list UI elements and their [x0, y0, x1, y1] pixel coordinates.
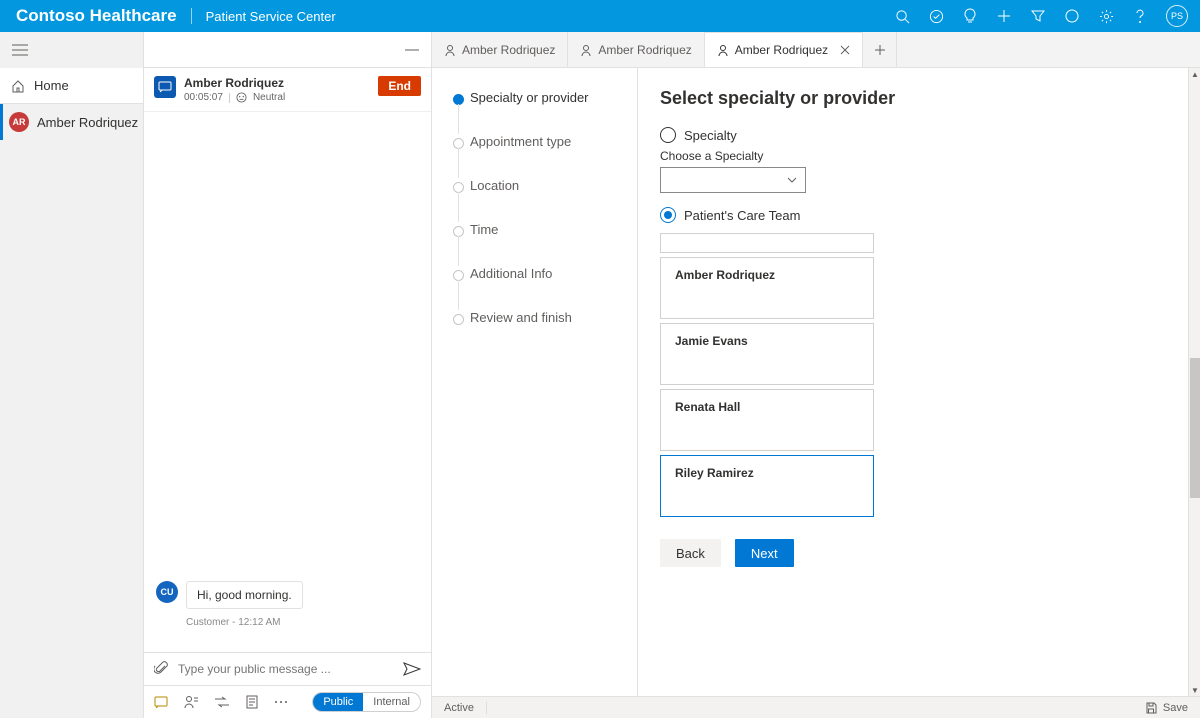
plus-icon[interactable]: [996, 8, 1012, 24]
lightbulb-icon[interactable]: [962, 8, 978, 24]
care-team-card[interactable]: Renata Hall: [660, 389, 874, 451]
visibility-toggle: Public Internal: [312, 692, 421, 712]
new-tab-button[interactable]: [863, 32, 897, 67]
close-tab-icon[interactable]: [840, 45, 850, 55]
header-divider: [191, 8, 192, 24]
left-rail: Home AR Amber Rodriquez: [0, 32, 144, 718]
end-chat-button[interactable]: End: [378, 76, 421, 96]
quick-replies-icon[interactable]: [154, 695, 168, 709]
person-icon: [580, 44, 592, 56]
tab-0[interactable]: Amber Rodriquez: [432, 32, 568, 67]
consult-icon[interactable]: [184, 695, 198, 709]
chat-minimize[interactable]: [144, 32, 431, 68]
step-review[interactable]: Review and finish: [450, 310, 625, 354]
chevron-down-icon: [787, 177, 797, 183]
radio-specialty[interactable]: [660, 127, 676, 143]
user-avatar[interactable]: PS: [1166, 5, 1188, 27]
radio-care-team[interactable]: [660, 207, 676, 223]
scroll-thumb[interactable]: [1190, 358, 1200, 498]
tab-label: Amber Rodriquez: [462, 43, 555, 57]
app-title: Patient Service Center: [206, 9, 336, 24]
chat-timer: 00:05:07: [184, 92, 223, 103]
step-specialty[interactable]: Specialty or provider: [450, 90, 625, 134]
brand-title: Contoso Healthcare: [16, 6, 177, 26]
circle-icon[interactable]: [1064, 8, 1080, 24]
compose-input[interactable]: [178, 662, 393, 676]
scroll-down-icon[interactable]: ▼: [1189, 684, 1200, 696]
chat-channel-icon: [154, 76, 176, 98]
step-appointment-type[interactable]: Appointment type: [450, 134, 625, 178]
attachment-icon[interactable]: [154, 661, 168, 677]
radio-care-team-label: Patient's Care Team: [684, 208, 800, 223]
status-bar: Active Save: [432, 696, 1200, 718]
tab-label: Amber Rodriquez: [598, 43, 691, 57]
global-header: Contoso Healthcare Patient Service Cente…: [0, 0, 1200, 32]
step-location[interactable]: Location: [450, 178, 625, 222]
chat-toolbar: Public Internal: [144, 685, 431, 718]
hamburger-button[interactable]: [0, 32, 143, 68]
message-meta: Customer - 12:12 AM: [186, 617, 419, 628]
wizard-stepper: Specialty or provider Appointment type L…: [432, 68, 638, 696]
contact-avatar: AR: [9, 112, 29, 132]
scroll-up-icon[interactable]: ▲: [1189, 68, 1200, 80]
chat-contact-name: Amber Rodriquez: [184, 76, 285, 90]
tab-1[interactable]: Amber Rodriquez: [568, 32, 704, 67]
sentiment-icon: [236, 92, 247, 103]
step-additional-info[interactable]: Additional Info: [450, 266, 625, 310]
save-button[interactable]: Save: [1145, 702, 1200, 714]
pill-public[interactable]: Public: [313, 693, 363, 711]
message-bubble: Hi, good morning.: [186, 581, 303, 609]
person-icon: [444, 44, 456, 56]
compose-row: [144, 652, 431, 685]
tab-label: Amber Rodriquez: [735, 43, 828, 57]
nav-contact-label: Amber Rodriquez: [37, 115, 138, 130]
nav-home-label: Home: [34, 78, 69, 93]
chat-header: Amber Rodriquez 00:05:07 Neutral End: [144, 68, 431, 112]
pill-internal[interactable]: Internal: [363, 693, 420, 711]
step-time[interactable]: Time: [450, 222, 625, 266]
care-team-card[interactable]: Jamie Evans: [660, 323, 874, 385]
form-area: Select specialty or provider Specialty C…: [638, 68, 1188, 696]
care-team-card[interactable]: Riley Ramirez: [660, 455, 874, 517]
task-icon[interactable]: [928, 8, 944, 24]
record-status: Active: [432, 702, 487, 714]
care-team-card-blank[interactable]: [660, 233, 874, 253]
care-team-card[interactable]: Amber Rodriquez: [660, 257, 874, 319]
chat-transcript: CU Hi, good morning. Customer - 12:12 AM: [144, 112, 431, 652]
nav-contact[interactable]: AR Amber Rodriquez: [0, 104, 143, 140]
send-icon[interactable]: [403, 662, 421, 676]
scrollbar[interactable]: ▲ ▼: [1188, 68, 1200, 696]
care-team-list: Amber Rodriquez Jamie Evans Renata Hall …: [660, 233, 874, 517]
gear-icon[interactable]: [1098, 8, 1114, 24]
more-icon[interactable]: [274, 700, 288, 704]
save-icon: [1145, 702, 1157, 714]
help-icon[interactable]: [1132, 8, 1148, 24]
filter-icon[interactable]: [1030, 8, 1046, 24]
chat-sub-separator: [229, 93, 230, 103]
chat-sentiment: Neutral: [253, 92, 285, 103]
transfer-icon[interactable]: [214, 696, 230, 708]
next-button[interactable]: Next: [735, 539, 794, 567]
home-icon: [10, 78, 26, 94]
notes-icon[interactable]: [246, 695, 258, 709]
nav-home[interactable]: Home: [0, 68, 143, 104]
message-avatar: CU: [156, 581, 178, 603]
search-icon[interactable]: [894, 8, 910, 24]
specialty-field-label: Choose a Specialty: [660, 149, 1168, 163]
tab-2[interactable]: Amber Rodriquez: [705, 32, 863, 67]
person-icon: [717, 44, 729, 56]
header-actions: PS: [894, 5, 1188, 27]
main-region: Amber Rodriquez Amber Rodriquez Amber Ro…: [432, 32, 1200, 718]
form-title: Select specialty or provider: [660, 88, 1168, 109]
radio-specialty-label: Specialty: [684, 128, 737, 143]
chat-panel: Amber Rodriquez 00:05:07 Neutral End CU …: [144, 32, 432, 718]
back-button[interactable]: Back: [660, 539, 721, 567]
specialty-select[interactable]: [660, 167, 806, 193]
tab-strip: Amber Rodriquez Amber Rodriquez Amber Ro…: [432, 32, 1200, 68]
